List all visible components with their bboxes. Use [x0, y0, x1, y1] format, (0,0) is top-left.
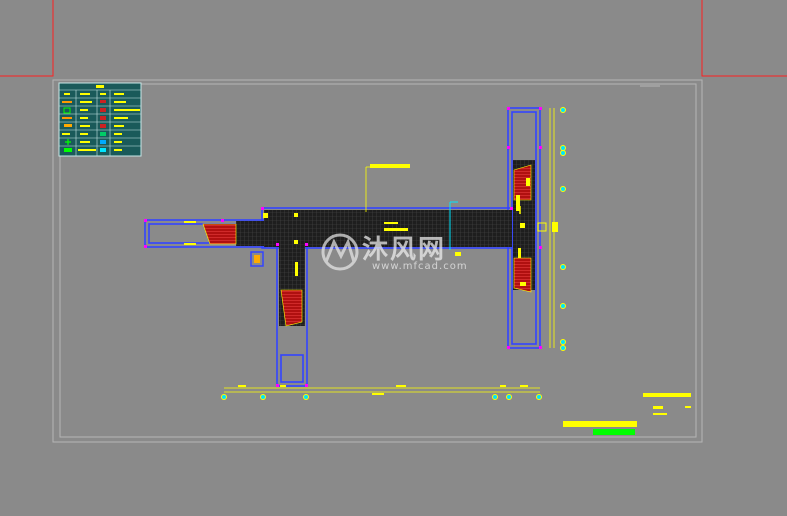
- axis-markers-bottom: [221, 394, 542, 400]
- axis-markers-right: [560, 107, 566, 351]
- title-block: [563, 393, 691, 435]
- watermark-url-text: www.mfcad.com: [372, 261, 468, 272]
- cad-drawing-canvas: 沐风网 www.mfcad.com: [0, 0, 787, 511]
- legend-table: [58, 82, 142, 157]
